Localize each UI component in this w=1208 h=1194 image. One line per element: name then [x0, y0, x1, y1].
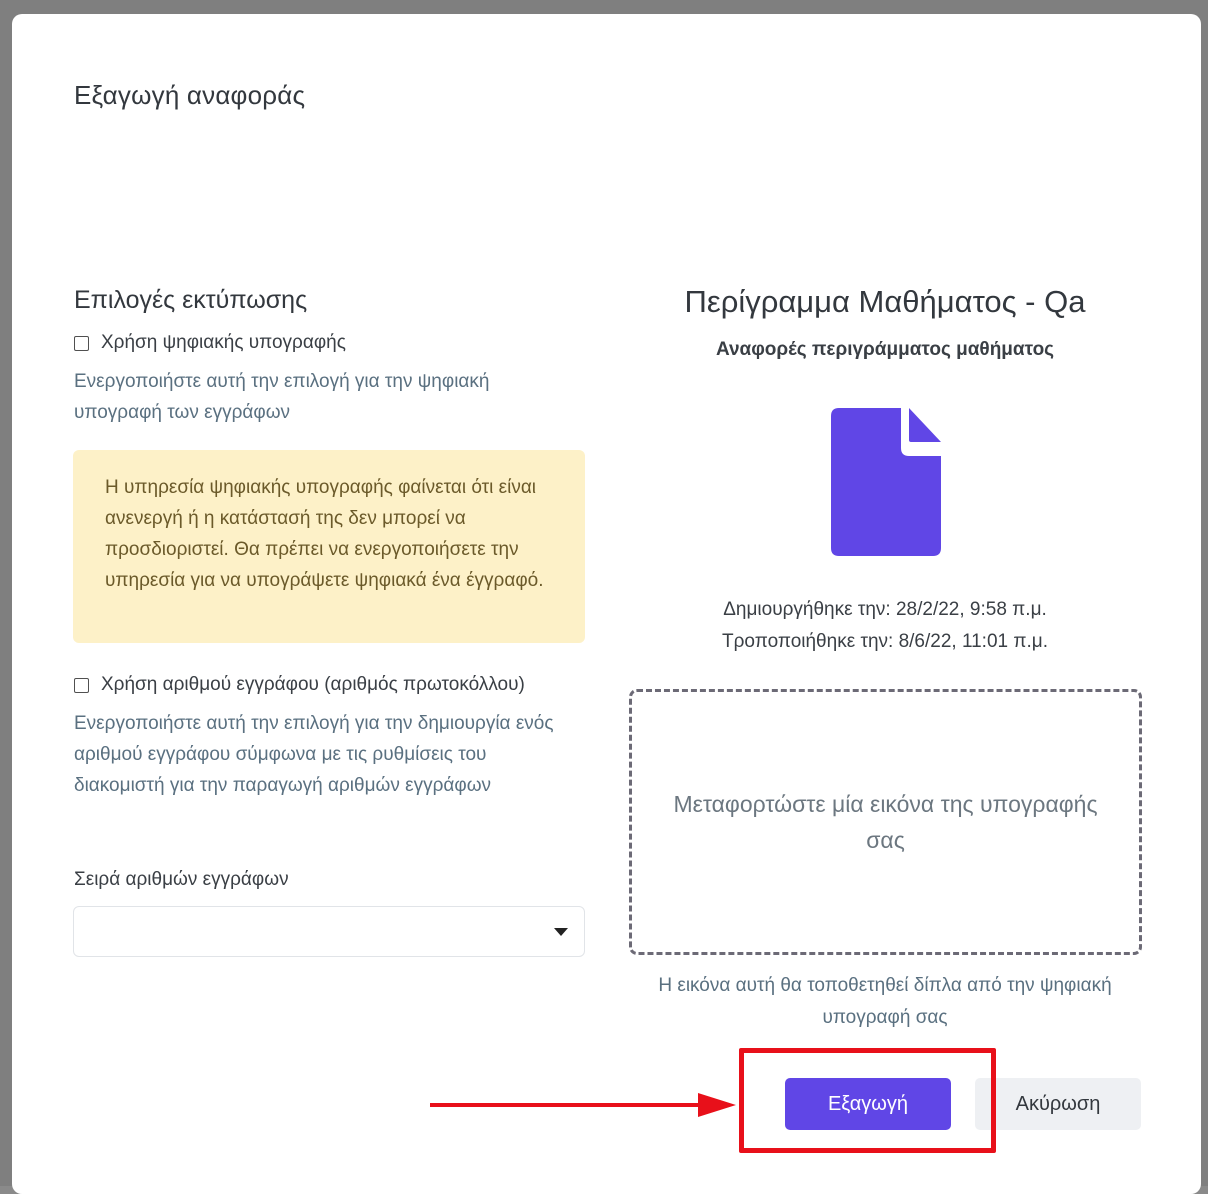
export-report-dialog: Εξαγωγή αναφοράς Επιλογές εκτύπωσης Χρήσ…: [12, 14, 1201, 1194]
document-series-label: Σειρά αριθμών εγγράφων: [74, 869, 289, 890]
dialog-title: Εξαγωγή αναφοράς: [74, 80, 306, 110]
signature-image-dropzone[interactable]: Μεταφορτώστε μία εικόνα της υπογραφής σα…: [629, 689, 1142, 955]
modified-date: Τροποποιήθηκε την: 8/6/22, 11:01 π.μ.: [722, 631, 1048, 652]
print-options-title: Επιλογές εκτύπωσης: [74, 286, 308, 314]
document-number-label: Χρήση αριθμού εγγράφου (αριθμός πρωτοκόλ…: [101, 674, 525, 695]
cancel-button[interactable]: Ακύρωση: [975, 1078, 1141, 1130]
dropzone-text: Μεταφορτώστε μία εικόνα της υπογραφής σα…: [673, 791, 1098, 853]
digital-signature-checkbox[interactable]: [74, 335, 89, 351]
document-number-option[interactable]: Χρήση αριθμού εγγράφου (αριθμός πρωτοκόλ…: [74, 674, 525, 696]
digital-signature-help: Ενεργοποιήστε αυτή την επιλογή για την ψ…: [74, 371, 490, 423]
created-date: Δημιουργήθηκε την: 28/2/22, 9:58 π.μ.: [723, 599, 1047, 620]
dropzone-hint: Η εικόνα αυτή θα τοποθετηθεί δίπλα από τ…: [658, 975, 1112, 1028]
document-series-select[interactable]: [73, 906, 585, 957]
report-title: Περίγραμμα Μαθήματος - Qa: [684, 284, 1086, 319]
annotation-arrow-icon: [430, 1093, 736, 1117]
caret-down-icon: [554, 928, 568, 936]
digital-signature-option[interactable]: Χρήση ψηφιακής υπογραφής: [74, 332, 346, 354]
document-number-checkbox[interactable]: [74, 677, 89, 693]
signature-service-warning: Η υπηρεσία ψηφιακής υπογραφής φαίνεται ό…: [73, 450, 585, 643]
annotation-highlight: [739, 1048, 996, 1153]
document-number-help: Ενεργοποιήστε αυτή την επιλογή για την δ…: [74, 713, 554, 796]
report-dates: Δημιουργήθηκε την: 28/2/22, 9:58 π.μ. Τρ…: [630, 594, 1140, 658]
digital-signature-label: Χρήση ψηφιακής υπογραφής: [101, 332, 346, 353]
report-subtitle: Αναφορές περιγράμματος μαθήματος: [715, 339, 1055, 360]
document-icon: [831, 408, 941, 556]
